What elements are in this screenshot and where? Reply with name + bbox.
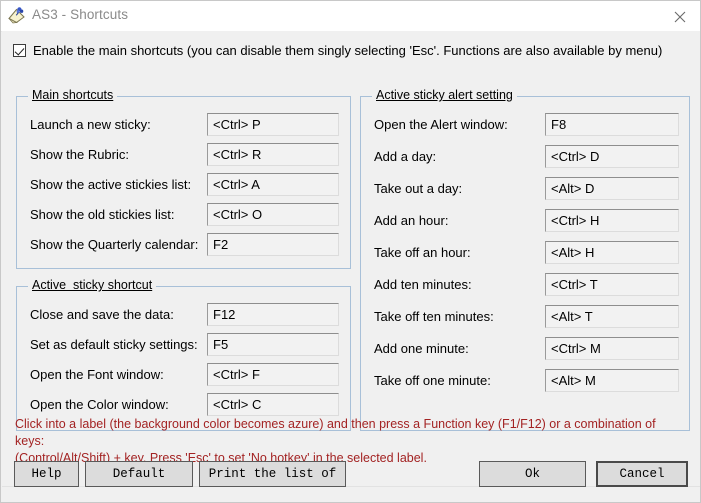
row-label: Show the Quarterly calendar: (30, 237, 199, 252)
row-show-old-stickies: Show the old stickies list: <Ctrl> O (30, 203, 340, 229)
shortcut-field-add-a-day[interactable]: <Ctrl> D (545, 145, 679, 168)
title-bar: AS3 - Shortcuts (1, 1, 700, 32)
shortcut-field-add-an-hour[interactable]: <Ctrl> H (545, 209, 679, 232)
row-take-out-a-day: Take out a day: <Alt> D (374, 177, 682, 203)
group-active-sticky-alert-setting-title: Active sticky alert setting (372, 88, 517, 102)
row-show-active-stickies: Show the active stickies list: <Ctrl> A (30, 173, 340, 199)
row-label: Add an hour: (374, 213, 449, 228)
row-label: Take off an hour: (374, 245, 471, 260)
hint-text: Click into a label (the background color… (15, 417, 656, 465)
row-label: Open the Color window: (30, 397, 169, 412)
row-open-font-window: Open the Font window: <Ctrl> F (30, 363, 340, 389)
group-main-shortcuts: Main shortcuts Launch a new sticky: <Ctr… (16, 88, 351, 269)
shortcut-field-set-default-settings[interactable]: F5 (207, 333, 339, 356)
shortcuts-window: AS3 - Shortcuts Enable the main shortcut… (0, 0, 701, 503)
row-close-and-save: Close and save the data: F12 (30, 303, 340, 329)
row-label: Show the active stickies list: (30, 177, 192, 192)
window-title: AS3 - Shortcuts (32, 7, 129, 22)
shortcut-field-open-color-window[interactable]: <Ctrl> C (207, 393, 339, 416)
row-take-off-ten-minutes: Take off ten minutes: <Alt> T (374, 305, 682, 331)
row-label: Open the Alert window: (374, 117, 508, 132)
group-active-sticky-alert-setting: Active sticky alert setting Open the Ale… (360, 88, 690, 431)
enable-main-shortcuts-checkbox[interactable] (13, 43, 26, 57)
sticky-note-pin-icon (7, 6, 26, 25)
close-icon[interactable] (658, 1, 700, 30)
row-add-an-hour: Add an hour: <Ctrl> H (374, 209, 682, 235)
shortcut-field-close-and-save[interactable]: F12 (207, 303, 339, 326)
row-label: Close and save the data: (30, 307, 174, 322)
shortcut-field-show-quarterly-calendar[interactable]: F2 (207, 233, 339, 256)
shortcut-field-launch-new-sticky[interactable]: <Ctrl> P (207, 113, 339, 136)
row-add-a-day: Add a day: <Ctrl> D (374, 145, 682, 171)
row-show-rubric: Show the Rubric: <Ctrl> R (30, 143, 340, 169)
group-main-shortcuts-title: Main shortcuts (28, 88, 118, 102)
dialog-body: Enable the main shortcuts (you can disab… (2, 31, 700, 502)
shortcut-field-take-off-an-hour[interactable]: <Alt> H (545, 241, 679, 264)
shortcut-field-open-alert-window[interactable]: F8 (545, 113, 679, 136)
default-button[interactable]: Default (85, 461, 193, 487)
row-add-one-minute: Add one minute: <Ctrl> M (374, 337, 682, 363)
enable-main-shortcuts-row[interactable]: Enable the main shortcuts (you can disab… (13, 40, 662, 60)
row-label: Add ten minutes: (374, 277, 472, 292)
group-active-sticky-shortcut-title: Active sticky shortcut (28, 278, 157, 292)
row-label: Add a day: (374, 149, 437, 164)
shortcut-field-take-off-ten-minutes[interactable]: <Alt> T (545, 305, 679, 328)
ok-button[interactable]: Ok (479, 461, 586, 487)
shortcut-field-take-out-a-day[interactable]: <Alt> D (545, 177, 679, 200)
row-take-off-an-hour: Take off an hour: <Alt> H (374, 241, 682, 267)
row-label: Take off ten minutes: (374, 309, 494, 324)
row-label: Take out a day: (374, 181, 463, 196)
row-label: Show the Rubric: (30, 147, 129, 162)
cancel-button[interactable]: Cancel (596, 461, 688, 487)
enable-main-shortcuts-label: Enable the main shortcuts (you can disab… (33, 42, 663, 58)
row-label: Take off one minute: (374, 373, 491, 388)
row-add-ten-minutes: Add ten minutes: <Ctrl> T (374, 273, 682, 299)
row-label: Open the Font window: (30, 367, 164, 382)
row-show-quarterly-calendar: Show the Quarterly calendar: F2 (30, 233, 340, 259)
shortcut-field-add-one-minute[interactable]: <Ctrl> M (545, 337, 679, 360)
shortcut-field-show-rubric[interactable]: <Ctrl> R (207, 143, 339, 166)
row-open-alert-window: Open the Alert window: F8 (374, 113, 682, 139)
row-set-default-settings: Set as default sticky settings: F5 (30, 333, 340, 359)
shortcut-field-show-active-stickies[interactable]: <Ctrl> A (207, 173, 339, 196)
shortcut-field-show-old-stickies[interactable]: <Ctrl> O (207, 203, 339, 226)
help-button[interactable]: Help (14, 461, 79, 487)
shortcut-field-take-off-one-minute[interactable]: <Alt> M (545, 369, 679, 392)
row-launch-new-sticky: Launch a new sticky: <Ctrl> P (30, 113, 340, 139)
row-take-off-one-minute: Take off one minute: <Alt> M (374, 369, 682, 395)
row-label: Show the old stickies list: (30, 207, 175, 222)
print-list-button[interactable]: Print the list of (199, 461, 346, 487)
group-active-sticky-shortcut: Active sticky shortcut Close and save th… (16, 278, 351, 431)
row-label: Launch a new sticky: (30, 117, 151, 132)
row-label: Add one minute: (374, 341, 469, 356)
shortcut-field-add-ten-minutes[interactable]: <Ctrl> T (545, 273, 679, 296)
shortcut-field-open-font-window[interactable]: <Ctrl> F (207, 363, 339, 386)
row-label: Set as default sticky settings: (30, 337, 198, 352)
